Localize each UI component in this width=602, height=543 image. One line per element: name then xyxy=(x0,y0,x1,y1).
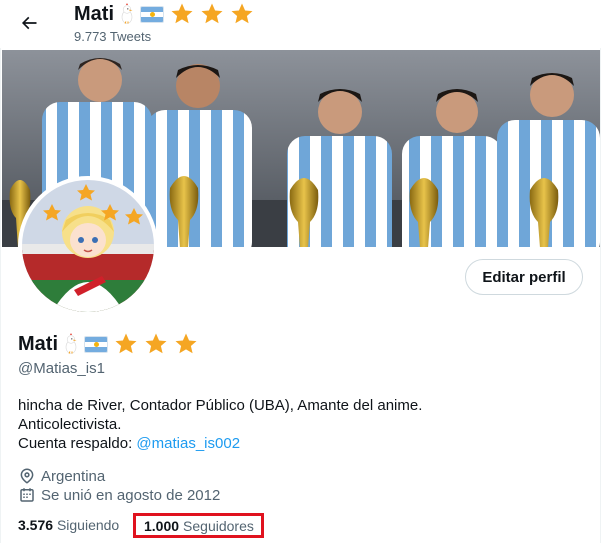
following-count: 3.576 xyxy=(18,517,54,533)
location-text: Argentina xyxy=(41,467,106,485)
back-button[interactable] xyxy=(12,6,46,40)
star-icon xyxy=(171,3,193,24)
profile-bio: hincha de River, Contador Público (UBA),… xyxy=(18,396,578,453)
followers-count: 1.000 xyxy=(144,517,180,534)
profile-handle: @Matias_is1 xyxy=(18,360,105,377)
calendar-icon xyxy=(20,488,34,502)
star-icon xyxy=(231,3,253,24)
profile-location: Argentina xyxy=(18,467,105,485)
bio-line: Anticolectivista. xyxy=(18,416,122,433)
avatar[interactable] xyxy=(18,176,158,316)
bio-line: hincha de River, Contador Público (UBA),… xyxy=(18,397,423,414)
argentina-flag-icon xyxy=(140,5,164,23)
chicken-icon xyxy=(120,3,134,25)
location-pin-icon xyxy=(20,468,34,484)
bio-backup-label: Cuenta respaldo: xyxy=(18,435,137,452)
bio-line: Cuenta respaldo: @matias_is002 xyxy=(18,434,578,453)
edit-profile-button[interactable]: Editar perfil xyxy=(465,259,583,295)
profile-header: Mati 9.773 Tweets xyxy=(0,0,602,48)
profile-name: Mati xyxy=(18,332,58,355)
right-border xyxy=(600,0,601,543)
followers-label: Seguidores xyxy=(183,517,254,534)
profile-joined-date: Se unió en agosto de 2012 xyxy=(18,486,220,504)
joined-text: Se unió en agosto de 2012 xyxy=(41,486,221,504)
profile-name-row: Mati xyxy=(18,332,198,356)
header-title-row: Mati xyxy=(74,2,254,26)
following-label: Siguiendo xyxy=(56,517,120,533)
star-icon xyxy=(175,333,197,354)
star-icon xyxy=(115,333,137,354)
star-icon xyxy=(145,333,167,354)
backup-account-link[interactable]: @matias_is002 xyxy=(136,435,240,452)
left-border xyxy=(0,0,1,543)
arrow-left-icon xyxy=(21,16,37,30)
header-title: Mati xyxy=(74,2,114,25)
following-link[interactable]: 3.576 Siguiendo xyxy=(18,517,119,533)
argentina-flag-icon xyxy=(84,335,108,353)
tweet-count: 9.773 Tweets xyxy=(74,29,152,44)
chicken-icon xyxy=(64,333,78,355)
followers-link[interactable]: 1.000 Seguidores xyxy=(133,513,264,538)
star-icon xyxy=(201,3,223,24)
